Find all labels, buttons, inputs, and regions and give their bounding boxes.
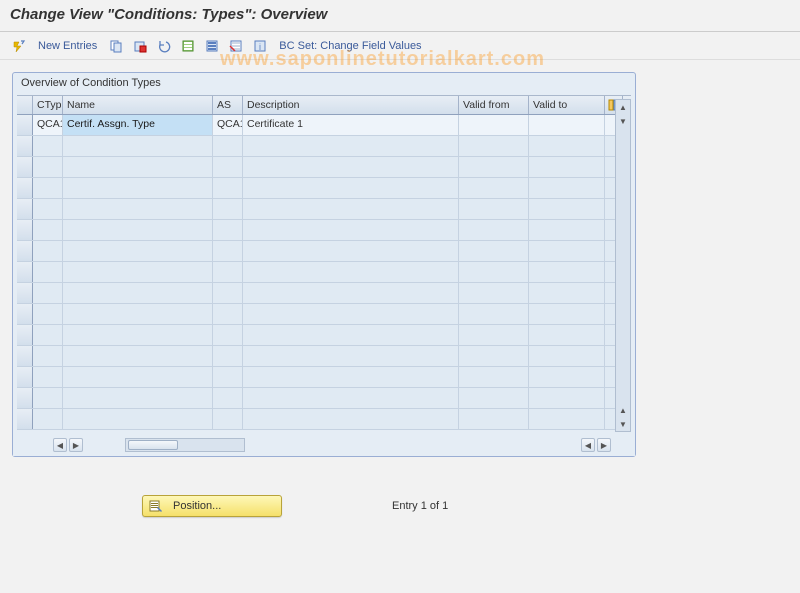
scroll-right-icon[interactable]: ▶	[597, 438, 611, 452]
table-row-empty[interactable]	[17, 388, 631, 409]
page-title: Change View "Conditions: Types": Overvie…	[10, 6, 790, 23]
condition-types-table: CTyp Name AS Description Valid from Vali…	[17, 95, 631, 430]
table-row[interactable]: QCA1 Certif. Assgn. Type QCA1 Certificat…	[17, 115, 631, 136]
svg-text:i: i	[259, 42, 261, 52]
cell-as[interactable]: QCA1	[213, 115, 243, 135]
undo-change-icon[interactable]	[155, 37, 173, 55]
table-row-empty[interactable]	[17, 262, 631, 283]
hscroll-thumb[interactable]	[128, 440, 178, 450]
table-row-empty[interactable]	[17, 304, 631, 325]
copy-as-icon[interactable]	[107, 37, 125, 55]
position-button-label: Position...	[173, 500, 221, 512]
col-header-name[interactable]: Name	[63, 96, 213, 114]
table-row-empty[interactable]	[17, 325, 631, 346]
panel-title: Overview of Condition Types	[13, 73, 635, 95]
table-row-empty[interactable]	[17, 283, 631, 304]
table-row-empty[interactable]	[17, 220, 631, 241]
table-row-empty[interactable]	[17, 157, 631, 178]
cell-ctyp[interactable]: QCA1	[33, 115, 63, 135]
col-header-selector[interactable]	[17, 96, 33, 114]
cell-description[interactable]: Certificate 1	[243, 115, 459, 135]
configuration-help-icon[interactable]: i	[251, 37, 269, 55]
col-header-valid-from[interactable]: Valid from	[459, 96, 529, 114]
table-row-empty[interactable]	[17, 367, 631, 388]
col-header-description[interactable]: Description	[243, 96, 459, 114]
col-header-ctyp[interactable]: CTyp	[33, 96, 63, 114]
application-toolbar: New Entries i BC Set: Change Field Value…	[0, 32, 800, 60]
scroll-down-small-icon[interactable]: ▼	[616, 114, 630, 128]
scroll-right-small-icon[interactable]: ▶	[69, 438, 83, 452]
entry-count-text: Entry 1 of 1	[392, 500, 448, 512]
table-row-empty[interactable]	[17, 409, 631, 430]
footer-row: Position... Entry 1 of 1	[12, 495, 788, 517]
other-view-icon[interactable]	[10, 37, 28, 55]
table-body: QCA1 Certif. Assgn. Type QCA1 Certificat…	[17, 115, 631, 430]
cell-name[interactable]: Certif. Assgn. Type	[63, 115, 213, 135]
title-bar: Change View "Conditions: Types": Overvie…	[0, 0, 800, 32]
scroll-left-icon[interactable]: ◀	[53, 438, 67, 452]
table-row-empty[interactable]	[17, 199, 631, 220]
row-selector[interactable]	[17, 115, 33, 135]
select-block-icon[interactable]	[203, 37, 221, 55]
scroll-up-small-icon[interactable]: ▲	[616, 403, 630, 417]
deselect-all-icon[interactable]	[227, 37, 245, 55]
cell-valid-to[interactable]	[529, 115, 605, 135]
scroll-down-icon[interactable]: ▼	[616, 417, 630, 431]
col-header-valid-to[interactable]: Valid to	[529, 96, 605, 114]
table-row-empty[interactable]	[17, 178, 631, 199]
content-area: Overview of Condition Types CTyp Name AS…	[0, 60, 800, 529]
scroll-left-small-icon[interactable]: ◀	[581, 438, 595, 452]
hscroll-track[interactable]	[125, 438, 245, 452]
new-entries-link[interactable]: New Entries	[38, 40, 97, 52]
table-row-empty[interactable]	[17, 346, 631, 367]
cell-valid-from[interactable]	[459, 115, 529, 135]
position-button[interactable]: Position...	[142, 495, 282, 517]
delete-icon[interactable]	[131, 37, 149, 55]
overview-panel: Overview of Condition Types CTyp Name AS…	[12, 72, 636, 457]
col-header-as[interactable]: AS	[213, 96, 243, 114]
horizontal-scrollbar[interactable]: ◀ ▶ ◀ ▶	[13, 434, 635, 456]
select-all-icon[interactable]	[179, 37, 197, 55]
position-icon	[149, 499, 163, 513]
bcset-link[interactable]: BC Set: Change Field Values	[279, 40, 421, 52]
table-row-empty[interactable]	[17, 241, 631, 262]
vertical-scrollbar[interactable]: ▲ ▼ ▲ ▼	[615, 99, 631, 432]
table-header-row: CTyp Name AS Description Valid from Vali…	[17, 95, 631, 115]
table-row-empty[interactable]	[17, 136, 631, 157]
scroll-up-icon[interactable]: ▲	[616, 100, 630, 114]
